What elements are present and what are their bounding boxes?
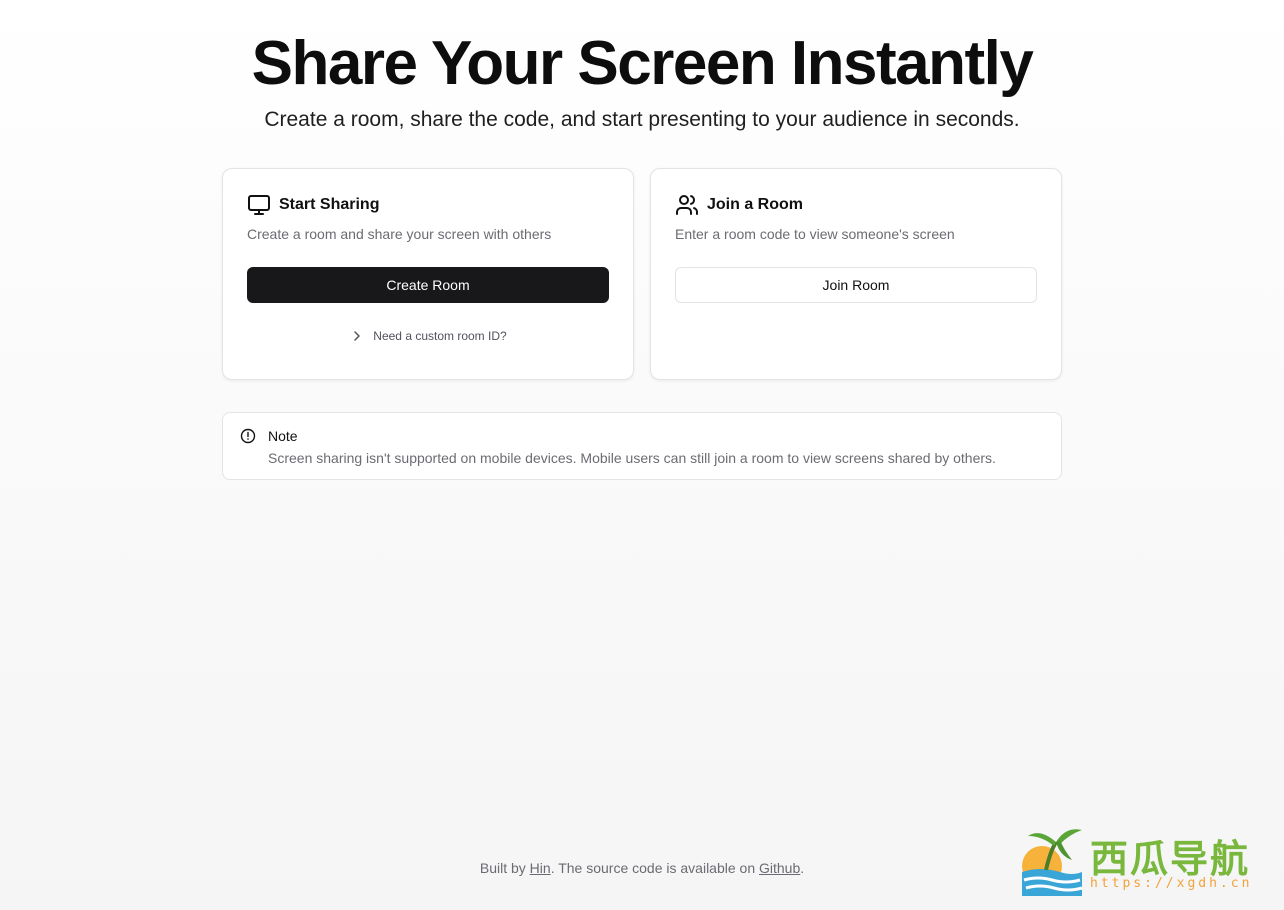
watermark: 西瓜导航 https://xgdh.cn bbox=[1020, 822, 1270, 896]
users-icon bbox=[676, 195, 698, 215]
mobile-note: Note Screen sharing isn't supported on m… bbox=[222, 412, 1062, 480]
github-link[interactable]: Github bbox=[759, 860, 800, 876]
start-sharing-description: Create a room and share your screen with… bbox=[247, 226, 552, 242]
join-room-button[interactable]: Join Room bbox=[675, 267, 1037, 303]
custom-room-id-toggle[interactable]: Need a custom room ID? bbox=[223, 329, 635, 343]
join-room-header: Join a Room bbox=[675, 193, 803, 217]
start-sharing-title: Start Sharing bbox=[279, 196, 380, 213]
join-room-card: Join a Room Enter a room code to view so… bbox=[650, 168, 1062, 380]
page-title: Share Your Screen Instantly bbox=[251, 29, 1034, 98]
monitor-icon bbox=[248, 195, 270, 215]
watermark-name: 西瓜导航 bbox=[1090, 837, 1251, 881]
custom-room-id-label: Need a custom room ID? bbox=[373, 329, 507, 343]
join-room-description: Enter a room code to view someone's scre… bbox=[675, 226, 955, 242]
footer-middle: . The source code is available on bbox=[550, 860, 759, 876]
start-sharing-header: Start Sharing bbox=[247, 193, 379, 217]
page: Share Your Screen Instantly Create a roo… bbox=[0, 0, 1284, 910]
author-link[interactable]: Hin bbox=[530, 860, 551, 876]
palm-island-logo-icon bbox=[1022, 829, 1083, 896]
join-room-title: Join a Room bbox=[707, 196, 804, 213]
watermark-url: https://xgdh.cn bbox=[1090, 876, 1253, 891]
create-room-button[interactable]: Create Room bbox=[247, 267, 609, 303]
note-title: Note bbox=[268, 428, 298, 444]
start-sharing-card: Start Sharing Create a room and share yo… bbox=[222, 168, 634, 380]
info-circle-icon bbox=[240, 428, 256, 444]
footer-suffix: . bbox=[800, 860, 805, 876]
footer-prefix: Built by bbox=[479, 860, 530, 876]
page-subtitle: Create a room, share the code, and start… bbox=[264, 108, 1020, 131]
chevron-right-icon bbox=[354, 331, 361, 341]
note-text: Screen sharing isn't supported on mobile… bbox=[268, 450, 996, 466]
